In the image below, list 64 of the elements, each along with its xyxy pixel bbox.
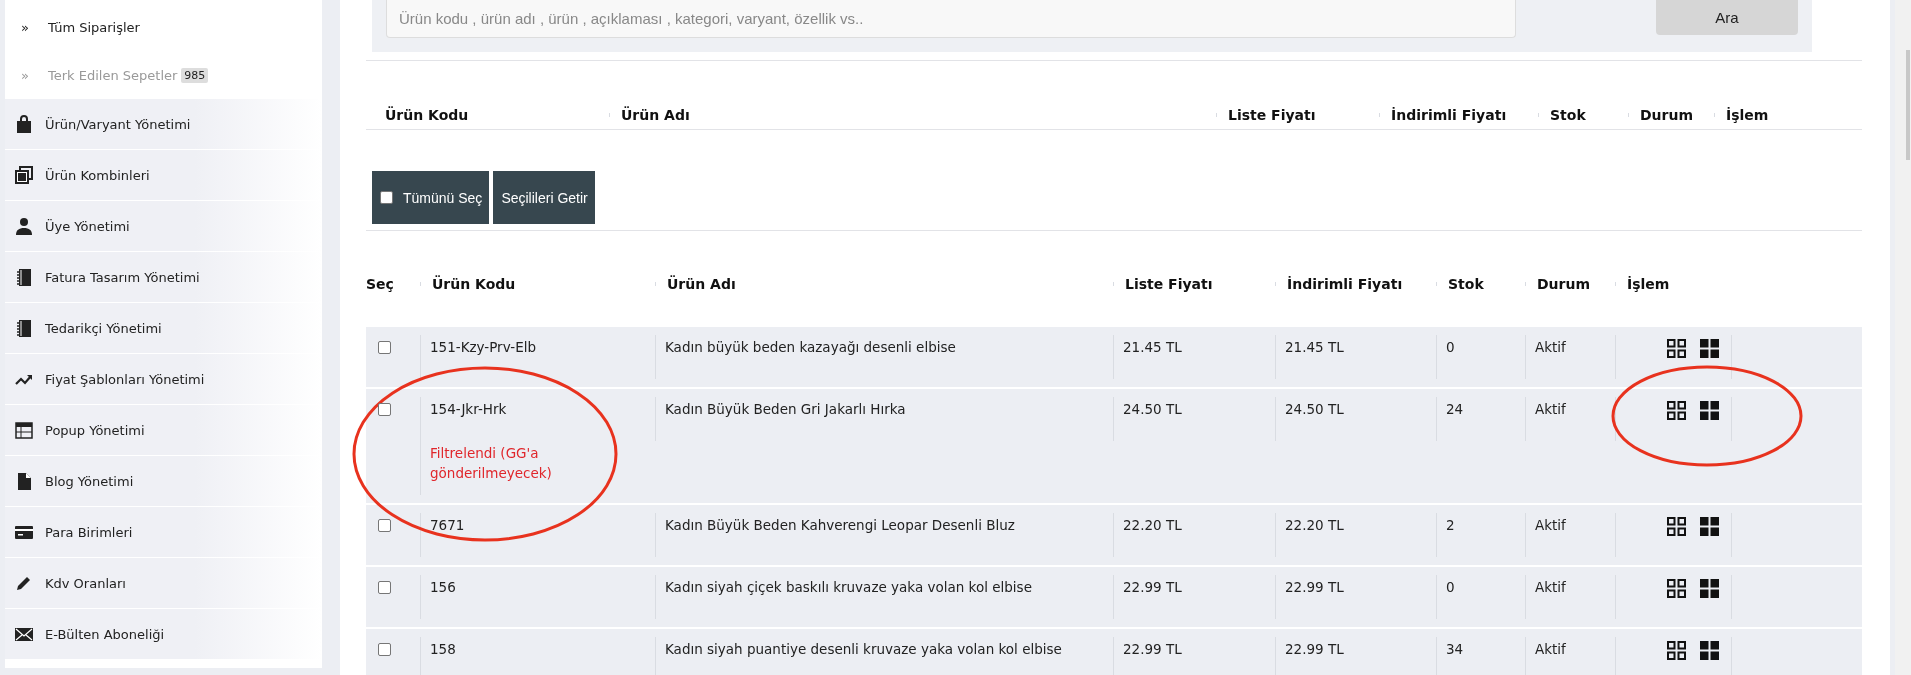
table-cell: 0 [1446,579,1455,595]
row-checkbox[interactable] [378,341,391,354]
filled-grid-icon[interactable] [1700,641,1719,660]
row-checkbox[interactable] [378,643,391,656]
table-cell: 2 [1446,517,1455,533]
select-all-button[interactable]: Tümünü Seç [372,171,490,224]
grid-icon[interactable] [1667,641,1686,660]
grid-icon[interactable] [1667,517,1686,536]
table-cell: 34 [1446,641,1464,657]
window-icon [15,420,33,440]
scrollbar-thumb[interactable] [1906,50,1910,160]
table-cell: Aktif [1535,339,1566,355]
row-checkbox[interactable] [378,581,391,594]
table-cell: Aktif [1535,579,1566,595]
user-icon [15,216,33,236]
grid-icon[interactable] [1667,579,1686,598]
table-cell: Kadın Büyük Beden Gri Jakarlı Hırka [665,401,906,417]
grid-icon[interactable] [1667,339,1686,358]
search-field[interactable]: Ürün kodu , ürün adı , ürün , açıklaması , kategori, varyant, özellik vs.. [386,0,1516,38]
submenu-item[interactable]: » Tüm Siparişler [5,0,322,52]
table-cell: Kadın siyah puantiye desenli kruvaze yaka volan kol elbise [665,641,1062,657]
search-button[interactable]: Ara [1656,0,1798,35]
table-cell: Kadın siyah çiçek baskılı kruvaze yaka volan kol elbise [665,579,1032,595]
table-cell: 22.20 TL [1123,517,1182,533]
filled-grid-icon[interactable] [1700,401,1719,420]
table-cell: Aktif [1535,517,1566,533]
table-cell: 24.50 TL [1123,401,1182,417]
table-cell: 21.45 TL [1123,339,1182,355]
table-cell: 24.50 TL [1285,401,1344,417]
table-cell: Aktif [1535,401,1566,417]
submenu-item[interactable]: » Terk Edilen Sepetler 985 [5,52,322,98]
table-cell: 0 [1446,339,1455,355]
table-cell: Kadın büyük beden kazayağı desenli elbise [665,339,956,355]
row-checkbox[interactable] [378,403,391,416]
count-badge: 985 [181,67,209,83]
table-cell: Kadın Büyük Beden Kahverengi Leopar Desenli Bluz [665,517,1015,533]
column-header: Seç [366,275,395,294]
table-cell: 22.99 TL [1123,641,1182,657]
table-cell-text: 158 [430,640,457,659]
fetch-selected-button[interactable]: Seçilileri Getir [493,171,595,224]
table-cell: Aktif [1535,641,1566,657]
notebook-icon [15,267,33,287]
filled-grid-icon[interactable] [1700,579,1719,598]
filled-grid-icon[interactable] [1700,517,1719,536]
table-cell-text: 7671 [430,516,466,535]
column-header: Ürün Kodu [384,105,470,125]
table-cell: 22.99 TL [1123,579,1182,595]
filter-note: Filtrelendi (GG'a gönderilmeyecek) [430,444,553,483]
grid-icon[interactable] [1667,401,1686,420]
table-cell-text: 156 [430,578,457,597]
checkbox[interactable] [380,191,393,204]
table-cell: 22.20 TL [1285,517,1344,533]
table-cell: 22.99 TL [1285,641,1344,657]
table-cell-text: 151-Kzy-Prv-Elb [430,338,537,357]
table-cell: 24 [1446,401,1464,417]
file-icon [15,471,33,491]
row-checkbox[interactable] [378,519,391,532]
bag-icon [15,114,33,134]
table-cell-text: 154-Jkr-Hrk [430,400,508,419]
copy-icon [15,165,33,185]
notebook-icon [15,318,33,338]
filled-grid-icon[interactable] [1700,339,1719,358]
table-cell: 22.99 TL [1285,579,1344,595]
table-cell: 21.45 TL [1285,339,1344,355]
